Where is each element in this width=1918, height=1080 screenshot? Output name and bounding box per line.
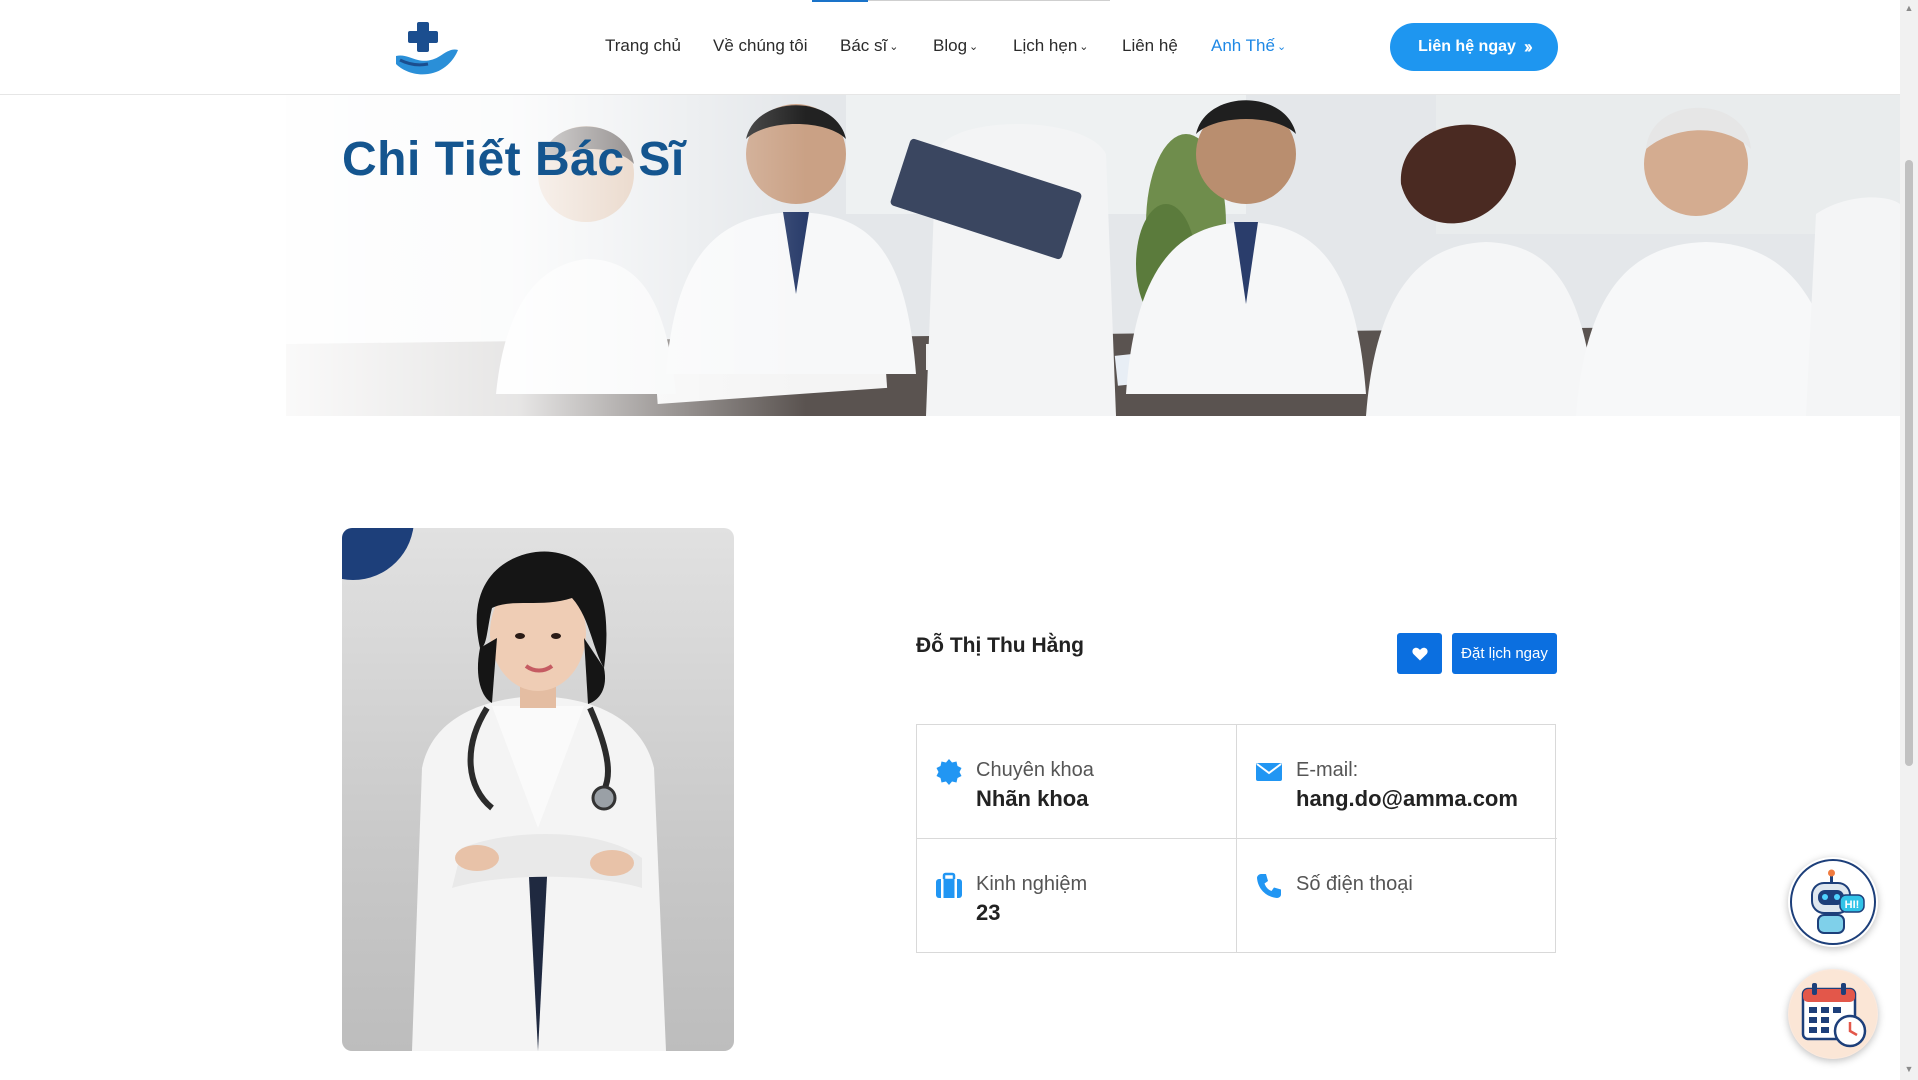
specialty-value: Nhãn khoa	[976, 786, 1089, 811]
nav-doctors[interactable]: Bác sĩ ⌄	[840, 35, 898, 58]
doctor-name: Đỗ Thị Thu Hằng	[916, 634, 1084, 657]
nav-contact[interactable]: Liên hệ	[1122, 35, 1178, 57]
doctor-portrait-image	[412, 551, 666, 1051]
doctor-info-table: Chuyên khoa Nhãn khoa E-mail: hang.do@am…	[916, 724, 1557, 953]
nav-home-label: Trang chủ	[605, 36, 681, 55]
email-value: hang.do@amma.com	[1296, 786, 1518, 811]
nav-user-menu[interactable]: Anh Thế ⌄	[1211, 35, 1286, 58]
nav-home[interactable]: Trang chủ	[605, 35, 681, 57]
logo-hand-cross-icon[interactable]	[394, 20, 460, 78]
experience-cell: Kinh nghiệm 23	[917, 839, 1237, 953]
badge-check-icon	[936, 759, 962, 785]
nav-doctors-label: Bác sĩ	[840, 36, 888, 55]
scroll-down-arrow-icon[interactable]: ▼	[1904, 1064, 1914, 1074]
nav-appointments-label: Lịch hẹn	[1013, 36, 1078, 55]
phone-label: Số điện thoại	[1296, 873, 1413, 895]
email-label: E-mail:	[1296, 759, 1359, 781]
book-appointment-button[interactable]: Đặt lịch ngay	[1452, 633, 1557, 674]
specialty-label: Chuyên khoa	[976, 759, 1094, 781]
nav-contact-label: Liên hệ	[1122, 36, 1178, 55]
chevron-down-icon: ⌄	[1276, 41, 1287, 53]
page-title: Chi Tiết Bác Sĩ	[342, 133, 685, 186]
scroll-up-arrow-icon[interactable]: ▲	[1904, 3, 1914, 13]
experience-value: 23	[976, 900, 1001, 925]
chevron-down-icon: ⌄	[889, 41, 899, 53]
calendar-booking-button[interactable]	[1788, 969, 1878, 1059]
heart-icon	[1411, 647, 1428, 660]
robot-chat-icon: HI!	[1790, 859, 1876, 945]
email-cell: E-mail: hang.do@amma.com	[1237, 725, 1557, 839]
envelope-icon	[1256, 763, 1282, 781]
favorite-button[interactable]	[1397, 633, 1442, 674]
calendar-clock-icon	[1789, 970, 1877, 1058]
contact-now-label: Liên hệ ngay	[1418, 38, 1516, 55]
phone-cell: Số điện thoại	[1237, 839, 1557, 953]
experience-label: Kinh nghiệm	[976, 873, 1088, 895]
specialty-cell: Chuyên khoa Nhãn khoa	[917, 725, 1237, 839]
nav-blog[interactable]: Blog ⌄	[933, 35, 978, 58]
contact-now-button[interactable]: Liên hệ ngay ››	[1390, 23, 1558, 71]
chevron-down-icon: ⌄	[969, 41, 979, 53]
chatbot-badge-label: HI!	[1845, 899, 1860, 911]
page-scrollbar[interactable]: ▲ ▼	[1900, 0, 1918, 1080]
nav-about[interactable]: Về chúng tôi	[713, 35, 808, 57]
nav-blog-label: Blog	[933, 36, 968, 55]
nav-about-label: Về chúng tôi	[713, 36, 808, 55]
doctor-photo	[342, 528, 734, 1051]
site-header: Trang chủ Về chúng tôi Bác sĩ ⌄ Blog ⌄ Lịc…	[0, 0, 1900, 95]
briefcase-icon	[936, 872, 962, 898]
double-chevron-right-icon: ››	[1523, 36, 1533, 57]
chevron-down-icon: ⌄	[1079, 41, 1089, 53]
top-progress-indicator	[812, 0, 868, 2]
phone-icon	[1257, 874, 1281, 898]
nav-user-label: Anh Thế	[1211, 36, 1275, 55]
scrollbar-thumb[interactable]	[1905, 160, 1913, 766]
nav-appointments[interactable]: Lịch hẹn ⌄	[1013, 35, 1089, 58]
chatbot-button[interactable]: HI!	[1788, 857, 1878, 947]
